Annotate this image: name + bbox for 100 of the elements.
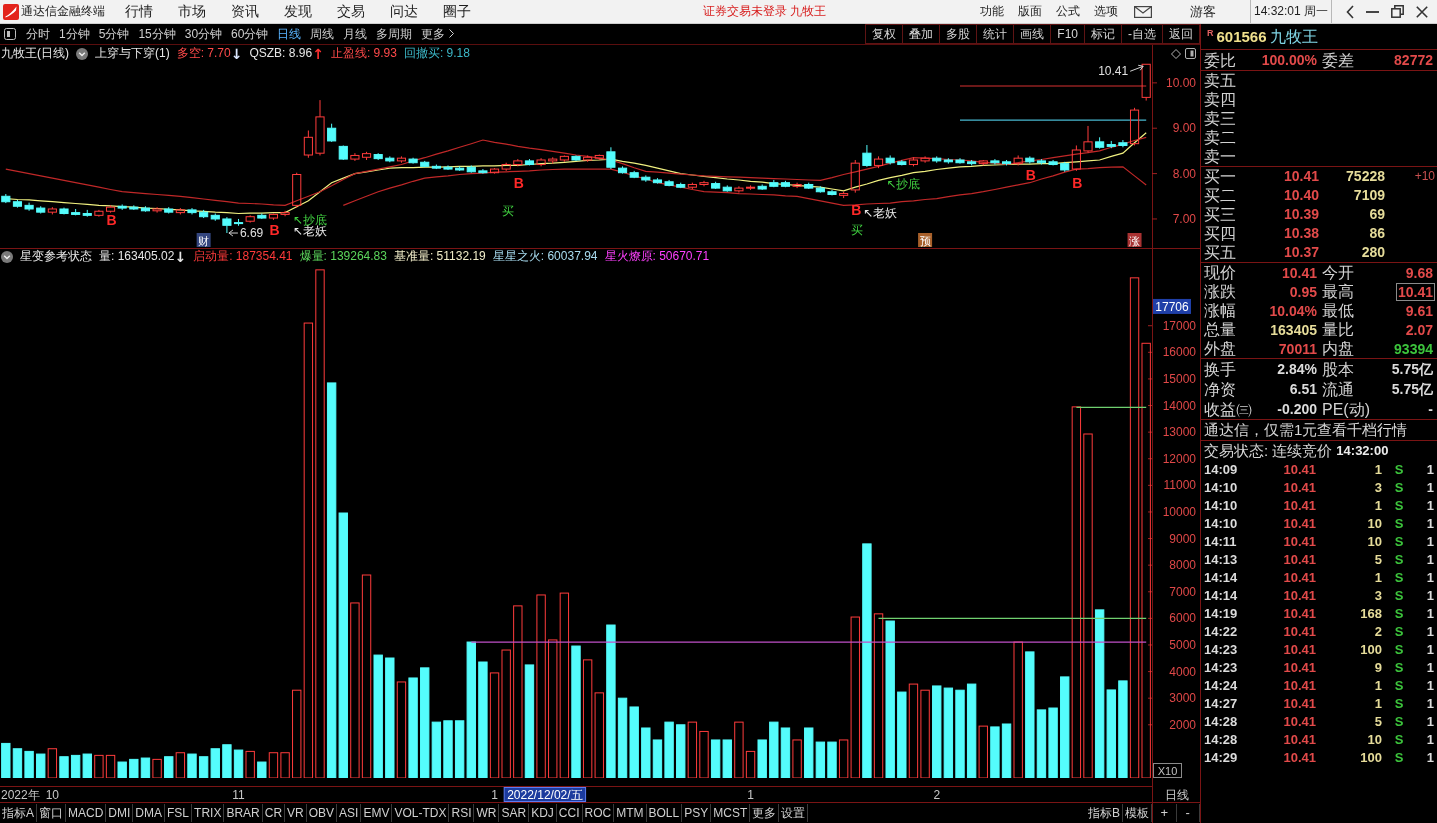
diamond-icon[interactable] xyxy=(1171,48,1181,59)
trade-volume: 168 xyxy=(1359,606,1382,622)
period-tab[interactable]: 月线 xyxy=(343,26,368,42)
period-tab[interactable]: 分时 xyxy=(26,26,50,42)
trade-count: 1 xyxy=(1425,606,1434,622)
zoom-button[interactable]: - xyxy=(1176,804,1200,822)
period-tab[interactable]: 15分钟 xyxy=(138,26,176,42)
menu-item[interactable]: 功能 xyxy=(979,4,1004,19)
indicator-tab[interactable]: VOL-TDX xyxy=(392,804,450,822)
period-tab[interactable]: 1分钟 xyxy=(59,26,90,42)
indicator-tab[interactable]: ASI xyxy=(337,804,362,822)
indicator-tab[interactable]: CR xyxy=(262,804,286,822)
more-button[interactable]: 更多 xyxy=(421,26,455,42)
indicator-tab[interactable]: MTM xyxy=(614,804,647,822)
candlestick xyxy=(734,185,744,194)
candlestick xyxy=(82,209,92,218)
menu-item[interactable]: 交易 xyxy=(337,3,365,20)
toolbar-button[interactable]: 统计 xyxy=(976,24,1015,44)
indicator-tab[interactable]: EMV xyxy=(361,804,393,822)
menu-item[interactable]: 版面 xyxy=(1017,4,1042,19)
toolbar-button[interactable]: 返回 xyxy=(1162,24,1200,44)
chevron-left-icon[interactable] xyxy=(1346,4,1354,19)
indicator-tab[interactable]: BOLL xyxy=(646,804,683,822)
indicator-tab[interactable]: 更多 xyxy=(750,804,780,822)
indicator-tab[interactable]: PSY xyxy=(682,804,712,822)
sidebar-icon[interactable] xyxy=(4,28,16,40)
period-tab[interactable]: 60分钟 xyxy=(231,26,269,42)
close-icon[interactable] xyxy=(1416,5,1428,18)
toolbar-button[interactable]: 叠加 xyxy=(902,24,941,44)
indicator-tab[interactable]: 模板 xyxy=(1123,804,1152,822)
candlestick xyxy=(396,155,407,164)
promo-text[interactable]: 通达信，仅需1元查看千档行情 xyxy=(1201,419,1437,440)
indicator-tab[interactable]: SAR xyxy=(499,804,530,822)
zoom-button[interactable]: + xyxy=(1153,804,1177,822)
indicator-tab[interactable]: FSL xyxy=(165,804,193,822)
user-label[interactable]: 游客 xyxy=(1189,3,1216,20)
toolbar-button[interactable]: -自选 xyxy=(1121,24,1163,44)
indicator-tab[interactable]: OBV xyxy=(306,804,338,822)
indicator-tab[interactable]: WR xyxy=(474,804,500,822)
mail-icon[interactable] xyxy=(1133,5,1152,18)
indicator-tab[interactable]: ROC xyxy=(582,804,615,822)
indicator-tab[interactable]: MACD xyxy=(66,804,107,822)
bid-price: 10.40 xyxy=(1282,187,1319,204)
period-tab[interactable]: 周线 xyxy=(310,26,335,42)
toolbar-button[interactable]: 多股 xyxy=(939,24,978,44)
toolbar-button[interactable]: 复权 xyxy=(865,24,904,44)
indicator-reading: 止盈线: 9.93 xyxy=(330,46,397,61)
toolbar-button[interactable]: F10 xyxy=(1050,24,1085,44)
trade-price: 10.41 xyxy=(1282,570,1316,586)
menu-item[interactable]: 公式 xyxy=(1055,4,1080,19)
indicator-tab[interactable]: KDJ xyxy=(529,804,557,822)
candlestick xyxy=(932,155,942,164)
period-tab[interactable]: 5分钟 xyxy=(98,26,130,42)
candlestick xyxy=(292,172,302,209)
restore-icon[interactable] xyxy=(1391,5,1404,18)
candlestick xyxy=(303,130,313,159)
period-tab[interactable]: 多周期 xyxy=(376,26,413,42)
period-tab[interactable]: 30分钟 xyxy=(184,26,223,42)
toolbar-button[interactable]: 标记 xyxy=(1084,24,1122,44)
field-label: 卖三 xyxy=(1203,109,1237,128)
indicator-tab[interactable]: DMI xyxy=(106,804,134,822)
menu-item[interactable]: 问达 xyxy=(390,3,418,20)
menu-item[interactable]: 发现 xyxy=(284,3,312,20)
candlestick xyxy=(536,157,546,167)
candlestick xyxy=(59,207,69,215)
menu-item[interactable]: 圈子 xyxy=(443,3,471,20)
axis-label: 10.00 xyxy=(1165,75,1196,90)
indicator-tab[interactable]: RSI xyxy=(449,804,475,822)
menu-item[interactable]: 资讯 xyxy=(231,3,259,20)
axis-label: 5000 xyxy=(1169,638,1196,652)
minimize-icon[interactable] xyxy=(1366,10,1379,13)
arrow-icon xyxy=(228,229,239,237)
indicator-tab[interactable]: MCST xyxy=(711,804,751,822)
date-label: 10 xyxy=(45,788,60,802)
indicator-tab[interactable]: TRIX xyxy=(192,804,225,822)
panel-icon[interactable] xyxy=(1185,48,1196,59)
toolbar-button[interactable]: 画线 xyxy=(1013,24,1052,44)
indicator-tab[interactable]: 设置 xyxy=(779,804,809,822)
candlestick xyxy=(722,184,732,193)
event-tag: 财 xyxy=(196,233,211,247)
indicator-tab[interactable]: 指标B xyxy=(1086,804,1123,822)
field-label: 现价 xyxy=(1203,263,1236,282)
candlestick xyxy=(199,209,209,219)
dropdown-icon[interactable] xyxy=(76,47,88,60)
axis-label: 7.00 xyxy=(1172,211,1196,226)
dropdown-icon[interactable] xyxy=(1,250,13,263)
menu-item[interactable]: 选项 xyxy=(1093,4,1118,19)
indicator-tab[interactable]: CCI xyxy=(556,804,583,822)
trade-volume: 10 xyxy=(1366,534,1382,550)
field-label: 净资 xyxy=(1203,379,1236,399)
indicator-tab[interactable]: VR xyxy=(285,804,307,822)
arrow-icon xyxy=(1129,64,1144,72)
menu-item[interactable]: 行情 xyxy=(125,3,153,20)
indicator-tab[interactable]: 指标A xyxy=(0,804,37,822)
indicator-name[interactable]: 上穿与下穿(1) xyxy=(95,46,170,61)
indicator-tab[interactable]: DMA xyxy=(133,804,166,822)
indicator-tab[interactable]: 窗口 xyxy=(37,804,66,822)
period-tab[interactable]: 日线 xyxy=(277,26,302,42)
menu-item[interactable]: 市场 xyxy=(178,3,206,20)
indicator-tab[interactable]: BRAR xyxy=(224,804,263,822)
